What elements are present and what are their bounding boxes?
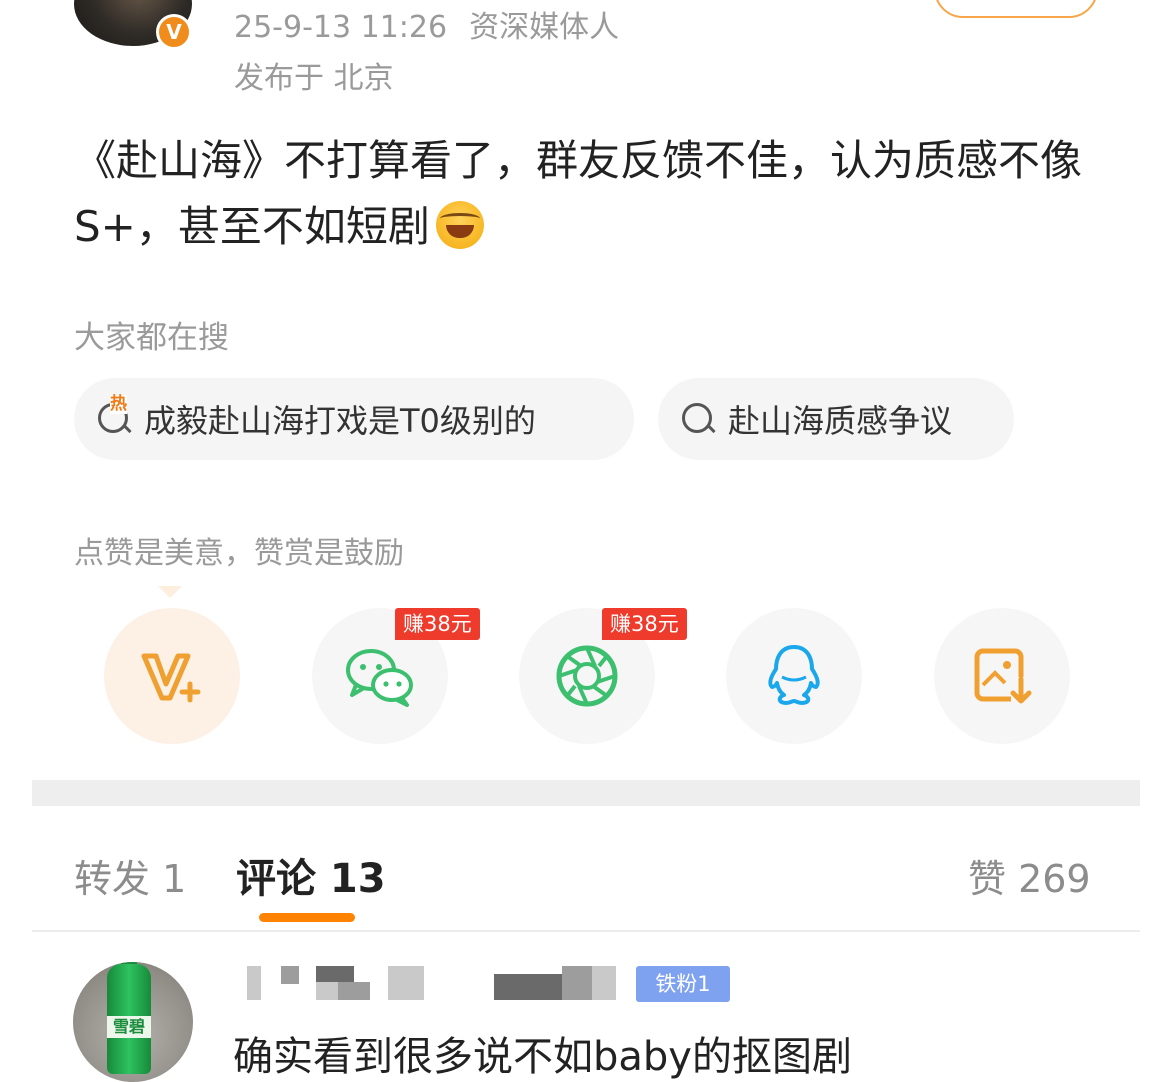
post-text: 《赴山海》不打算看了，群友反馈不佳，认为质感不像S+，甚至不如短剧 [74,128,1114,260]
fan-badge: 铁粉1 [636,966,730,1002]
share-qq-button[interactable] [726,608,862,744]
post-text-content: 《赴山海》不打算看了，群友反馈不佳，认为质感不像S+，甚至不如短剧 [74,136,1083,251]
post-date: 25-9-13 11:26 [234,10,448,45]
censored-username [247,966,261,1000]
section-divider [32,780,1140,806]
censored-username [316,982,338,1000]
censored-username [388,966,424,1000]
wechat-icon [346,649,413,707]
everyone-searching-heading: 大家都在搜 [74,320,229,356]
comment-text: 确实看到很多说不如baby的抠图剧 [233,1034,852,1080]
post-meta: 25-9-13 11:26 资深媒体人 [234,2,619,46]
censored-username [592,966,616,1000]
bottle-label: 雪碧 [107,1016,151,1038]
censored-username [316,966,354,982]
censored-username [338,982,370,1000]
search-chip-label: 赴山海质感争议 [728,402,953,440]
hot-mark: 热 [110,394,127,414]
hot-search-icon: 热 [96,395,136,439]
tab-repost[interactable]: 转发 1 [74,848,186,903]
earn-badge-wechat: 赚38元 [395,608,480,640]
vplus-reward-button[interactable] [104,608,240,744]
follow-button[interactable] [934,0,1098,18]
reward-hint: 点赞是美意，赞赏是鼓励 [74,536,404,571]
active-tab-indicator [259,913,355,922]
censored-username [562,966,592,1000]
moments-icon [556,645,618,707]
censored-username [281,966,299,984]
post-location: 发布于 北京 [234,61,394,96]
search-icon [680,399,720,439]
tab-likes[interactable]: 赞 269 [968,848,1091,903]
tabs-divider [32,930,1140,932]
censored-username [494,974,562,1000]
qq-icon [768,645,820,705]
laugh-cry-emoji-icon [435,201,484,249]
tab-comments[interactable]: 评论 13 [236,846,386,904]
hot-search-label: 成毅赴山海打戏是T0级别的 [144,402,536,440]
vplus-icon [141,653,201,703]
commenter-avatar[interactable]: 雪碧 [73,962,193,1082]
save-image-button[interactable] [934,608,1070,744]
author-tag: 资深媒体人 [469,10,620,45]
verified-v-icon: V [156,14,192,50]
earn-badge-moments: 赚38元 [602,608,687,640]
hot-search-chip[interactable]: 热 成毅赴山海打戏是T0级别的 [74,378,634,460]
search-chip[interactable]: 赴山海质感争议 [658,378,1014,460]
reward-pointer [158,586,182,598]
save-image-icon [974,648,1033,707]
